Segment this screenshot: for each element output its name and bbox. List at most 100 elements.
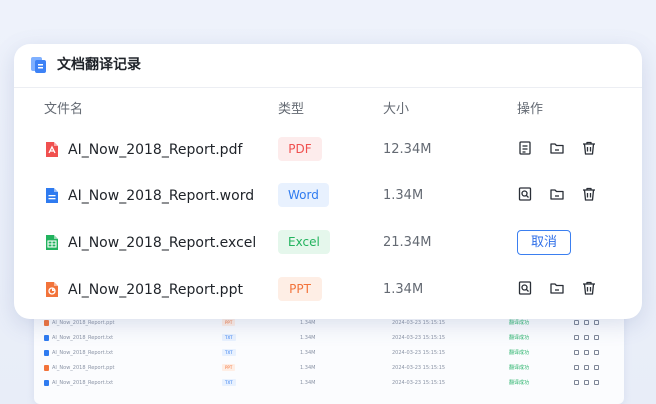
background-row: AI_Now_2018_Report.txt TXT 1.34M 2024-03-23… [34, 375, 624, 390]
preview-icon[interactable] [517, 186, 533, 202]
preview-icon[interactable] [517, 280, 533, 296]
folder-icon[interactable] [549, 140, 565, 156]
delete-icon[interactable] [581, 280, 597, 296]
bg-type-badge: TXT [222, 349, 236, 356]
document-translate-icon [31, 57, 46, 73]
type-badge: Word [278, 183, 329, 207]
bg-time: 2024-03-23 15:15:15 [392, 379, 446, 386]
column-header-actions: 操作 [517, 102, 544, 117]
bg-status: 翻译成功 [509, 350, 530, 356]
bg-status: 翻译成功 [509, 365, 530, 371]
column-header-name: 文件名 [44, 102, 84, 117]
bg-time: 2024-03-23 15:15:15 [392, 364, 446, 371]
bg-actions [574, 320, 599, 325]
bg-time: 2024-03-23 15:15:15 [392, 349, 446, 356]
file-icon [44, 319, 49, 326]
bg-file-name: AI_Now_2018_Report.txt [44, 349, 114, 356]
bg-time: 2024-03-23 15:15:15 [392, 319, 446, 326]
table-row: AI_Now_2018_Report.ppt PPT 1.34M [14, 270, 642, 310]
folder-icon[interactable] [584, 320, 589, 325]
bg-size: 1.34M [300, 334, 316, 341]
delete-icon[interactable] [581, 140, 597, 156]
folder-icon[interactable] [549, 280, 565, 296]
bg-actions [574, 365, 599, 370]
delete-icon[interactable] [581, 186, 597, 202]
bg-size: 1.34M [300, 379, 316, 386]
background-row: AI_Now_2018_Report.txt TXT 1.34M 2024-03-23… [34, 345, 624, 360]
bg-actions [574, 380, 599, 385]
file-name: AI_Now_2018_Report.excel [68, 235, 257, 251]
bg-size: 1.34M [300, 319, 316, 326]
folder-icon[interactable] [549, 186, 565, 202]
bg-type-badge: PPT [222, 319, 236, 326]
bg-type-badge: TXT [222, 379, 236, 386]
delete-icon[interactable] [594, 365, 599, 370]
type-badge: PPT [278, 277, 322, 301]
preview-icon[interactable] [574, 380, 579, 385]
row-actions [517, 280, 597, 296]
file-size: 21.34M [383, 235, 432, 250]
preview-icon[interactable] [574, 320, 579, 325]
file-size: 12.34M [383, 142, 432, 157]
type-badge: Excel [278, 230, 330, 254]
column-header-type: 类型 [278, 102, 305, 117]
column-header-size: 大小 [383, 102, 410, 117]
type-badge: PDF [278, 137, 322, 161]
row-actions [517, 186, 597, 202]
file-icon [44, 364, 49, 371]
word-icon [46, 188, 58, 203]
background-row: AI_Now_2018_Report.txt TXT 1.34M 2024-03-23… [34, 330, 624, 345]
file-name: AI_Now_2018_Report.word [68, 188, 255, 204]
delete-icon[interactable] [594, 335, 599, 340]
bg-file-name: AI_Now_2018_Report.txt [44, 334, 114, 341]
card-header: 文档翻译记录 [14, 44, 642, 88]
bg-status: 翻译成功 [509, 320, 530, 326]
bg-type-badge: TXT [222, 334, 236, 341]
bg-file-name: AI_Now_2018_Report.ppt [44, 364, 115, 371]
pdf-icon [46, 142, 58, 157]
file-name: AI_Now_2018_Report.ppt [68, 282, 243, 298]
page-title: 文档翻译记录 [57, 57, 141, 73]
background-row: AI_Now_2018_Report.ppt PPT 1.34M 2024-03-23… [34, 360, 624, 375]
preview-icon[interactable] [574, 365, 579, 370]
folder-icon[interactable] [584, 350, 589, 355]
file-size: 1.34M [383, 282, 424, 297]
ppt-icon [46, 282, 58, 297]
delete-icon[interactable] [594, 350, 599, 355]
bg-size: 1.34M [300, 349, 316, 356]
delete-icon[interactable] [594, 320, 599, 325]
bg-file-label: AI_Now_2018_Report.ppt [52, 364, 115, 371]
table-row: AI_Now_2018_Report.excel Excel 21.34M 取消 [14, 223, 642, 263]
bg-file-label: AI_Now_2018_Report.txt [52, 379, 114, 386]
preview-icon[interactable] [574, 335, 579, 340]
file-icon [44, 349, 49, 356]
bg-actions [574, 335, 599, 340]
bg-size: 1.34M [300, 364, 316, 371]
row-actions [517, 140, 597, 156]
bg-file-name: AI_Now_2018_Report.txt [44, 379, 114, 386]
folder-icon[interactable] [584, 365, 589, 370]
folder-icon[interactable] [584, 380, 589, 385]
file-size: 1.34M [383, 188, 424, 203]
excel-icon [46, 235, 58, 250]
bg-status: 翻译成功 [509, 335, 530, 341]
bg-file-label: AI_Now_2018_Report.txt [52, 334, 114, 341]
translation-record-card: 文档翻译记录 文件名 类型 大小 操作 AI_Now_2018_Report.p… [14, 44, 642, 319]
bg-type-badge: PPT [222, 364, 236, 371]
bg-actions [574, 350, 599, 355]
bg-time: 2024-03-23 15:15:15 [392, 334, 446, 341]
file-name: AI_Now_2018_Report.pdf [68, 142, 243, 158]
folder-icon[interactable] [584, 335, 589, 340]
table-row: AI_Now_2018_Report.word Word 1.34M [14, 176, 642, 216]
cancel-button[interactable]: 取消 [517, 230, 571, 255]
delete-icon[interactable] [594, 380, 599, 385]
bg-file-label: AI_Now_2018_Report.ppt [52, 319, 115, 326]
table-row: AI_Now_2018_Report.pdf PDF 12.34M [14, 130, 642, 170]
bg-file-label: AI_Now_2018_Report.txt [52, 349, 114, 356]
bg-file-name: AI_Now_2018_Report.ppt [44, 319, 115, 326]
file-icon [44, 334, 49, 341]
preview-icon[interactable] [574, 350, 579, 355]
file-icon [44, 379, 49, 386]
view-document-icon[interactable] [517, 140, 533, 156]
bg-status: 翻译成功 [509, 380, 530, 386]
